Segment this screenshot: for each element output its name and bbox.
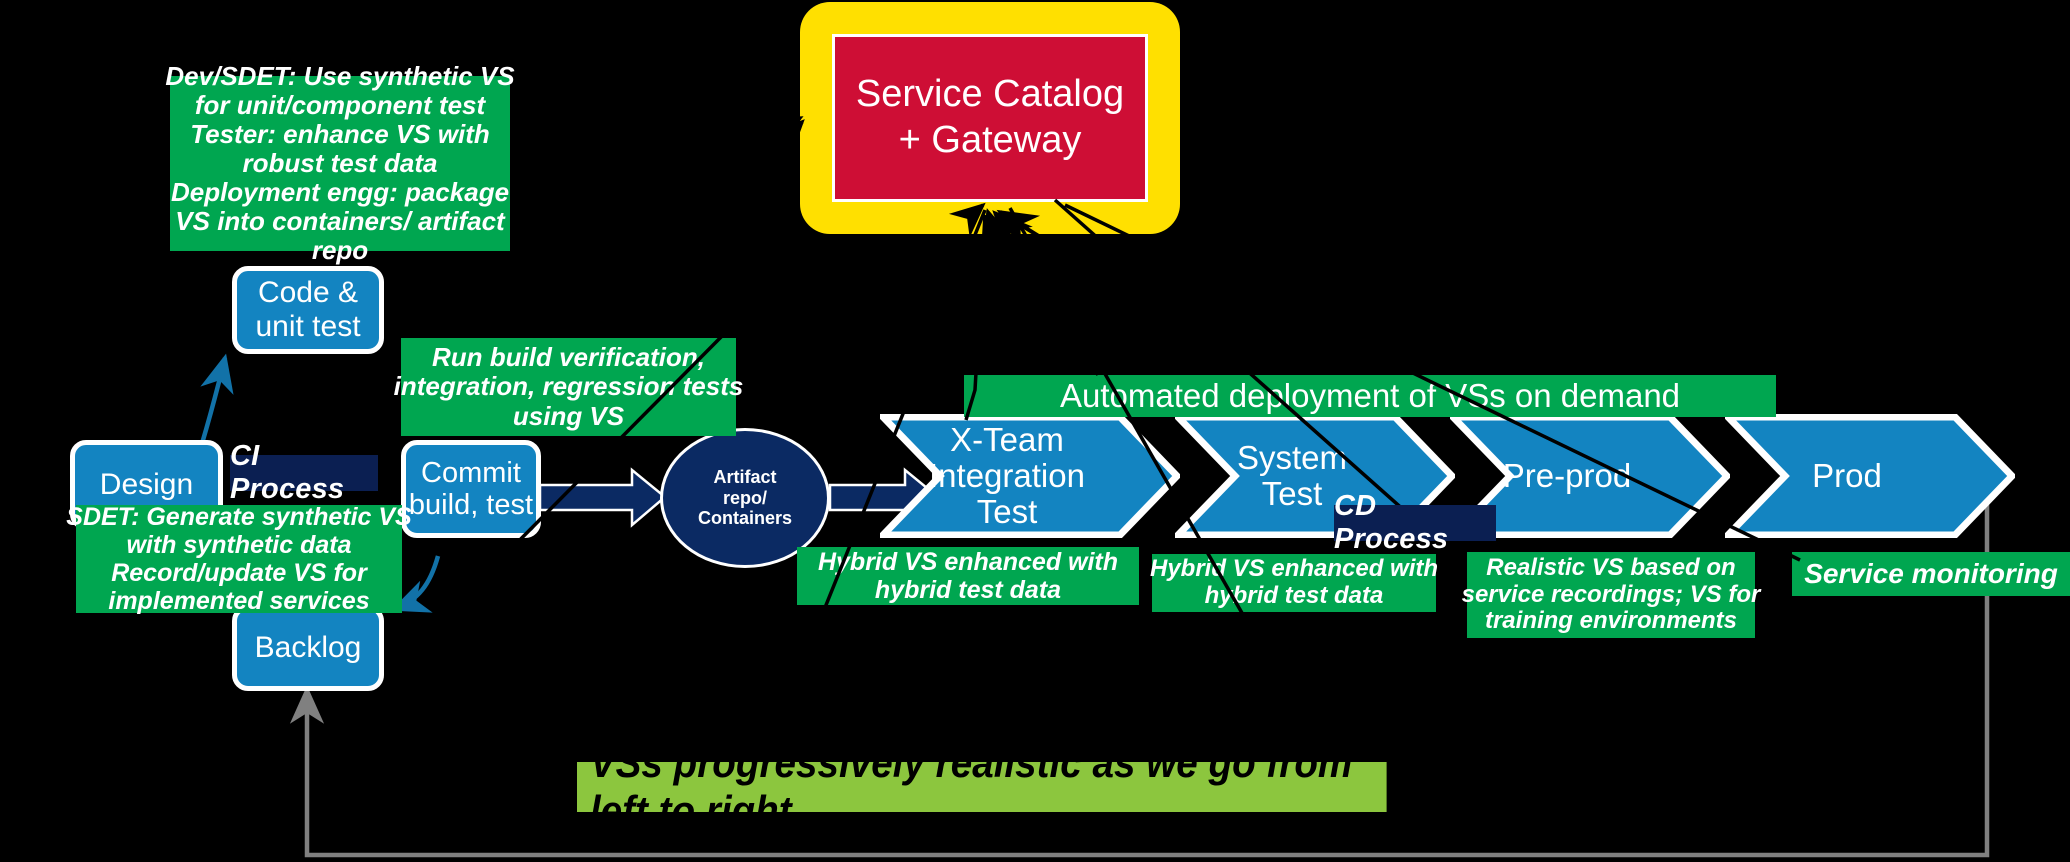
node-code-and-unit-test-line-1: Code &: [257, 276, 359, 310]
note-sdet-generate-line-4: implemented services: [108, 587, 370, 615]
stage-4-label: Prod: [1812, 456, 1882, 494]
node-code-and-unit-test[interactable]: Code & unit test: [232, 266, 384, 354]
service-catalog-line1: Service Catalog: [855, 73, 1125, 116]
bottom-banner: VSs progressively realistic as we go fro…: [577, 739, 1387, 834]
node-commit-build-test-line-2: build, test: [408, 489, 534, 521]
stage-prod[interactable]: Prod: [1725, 414, 2015, 538]
label-ci-process: CI Process: [230, 440, 378, 505]
bottom-banner-text: VSs progressively realistic as we go fro…: [589, 739, 1353, 834]
note-sdet-generate: SDET: Generate synthetic VS with synthet…: [66, 503, 411, 615]
note-run-build-line-3: using VS: [512, 400, 625, 431]
note-run-build: Run build verification, integration, reg…: [394, 338, 743, 436]
note-realistic-vs-line-2: service recordings; VS for: [1461, 580, 1761, 608]
node-commit-build-test[interactable]: Commit build, test: [401, 440, 541, 538]
note-realistic-vs: Realistic VS based on service recordings…: [1462, 552, 1760, 638]
note-service-monitoring-text: Service monitoring: [1804, 558, 2058, 590]
note-dev-sdet-line-7: repo: [311, 235, 369, 266]
note-realistic-vs-line-3: training environments: [1484, 607, 1738, 635]
note-dev-sdet-line-6: VS into containers/ artifact: [175, 206, 505, 237]
note-hybrid-vs-1-line-1: Hybrid VS enhanced with: [817, 548, 1119, 576]
note-hybrid-vs-1-line-2: hybrid test data: [874, 576, 1062, 604]
label-cd-process-text: CD Process: [1334, 490, 1449, 555]
service-catalog-box: Service Catalog + Gateway: [832, 34, 1148, 202]
node-artifact-repo-line-1: Artifact: [713, 466, 777, 487]
service-catalog-line2: + Gateway: [898, 119, 1082, 161]
note-dev-sdet-line-5: Deployment engg: package: [170, 177, 510, 208]
node-artifact-repo-line-3: Containers: [697, 508, 793, 529]
stage-1-label: X-Team Integration Test: [929, 420, 1085, 531]
note-hybrid-vs-1: Hybrid VS enhanced with hybrid test data: [797, 547, 1139, 605]
note-sdet-generate-line-3: Record/update VS for: [111, 559, 367, 587]
node-design-label: Design: [99, 468, 194, 502]
diagram-canvas: Service Catalog + Gateway Dev/SDET: Use …: [0, 0, 2070, 862]
node-backlog[interactable]: Backlog: [232, 605, 384, 691]
note-sdet-generate-line-1: SDET: Generate synthetic VS: [66, 503, 412, 531]
note-dev-sdet: Dev/SDET: Use synthetic VS for unit/comp…: [165, 61, 514, 265]
note-run-build-line-1: Run build verification,: [431, 342, 705, 373]
note-dev-sdet-line-4: robust test data: [242, 147, 438, 178]
note-dev-sdet-line-2: for unit/component test: [194, 89, 486, 120]
stage-x-team-integration-test[interactable]: X-Team Integration Test: [880, 414, 1180, 538]
node-artifact-repo-line-2: repo/: [722, 487, 767, 508]
note-sdet-generate-line-2: with synthetic data: [126, 531, 352, 559]
note-dev-sdet-line-3: Tester: enhance VS with: [190, 118, 490, 149]
node-backlog-label: Backlog: [254, 631, 362, 665]
node-commit-build-test-line-1: Commit: [421, 456, 521, 489]
node-code-and-unit-test-line-2: unit test: [255, 310, 361, 343]
label-ci-process-text: CI Process: [230, 440, 345, 505]
label-cd-process: CD Process: [1334, 490, 1496, 555]
note-automated-deployment-text: Automated deployment of VSs on demand: [1059, 377, 1681, 414]
note-dev-sdet-line-1: Dev/SDET: Use synthetic VS: [165, 60, 515, 91]
service-catalog-container: Service Catalog + Gateway: [800, 2, 1180, 234]
note-hybrid-vs-2-line-2: hybrid test data: [1204, 582, 1384, 609]
note-automated-deployment: Automated deployment of VSs on demand: [964, 375, 1776, 417]
note-service-monitoring: Service monitoring: [1792, 552, 2070, 596]
note-run-build-line-2: integration, regression tests: [393, 371, 744, 402]
note-hybrid-vs-2-line-1: Hybrid VS enhanced with: [1149, 555, 1439, 583]
note-realistic-vs-line-1: Realistic VS based on: [1486, 553, 1736, 581]
note-hybrid-vs-2: Hybrid VS enhanced with hybrid test data: [1149, 554, 1439, 612]
